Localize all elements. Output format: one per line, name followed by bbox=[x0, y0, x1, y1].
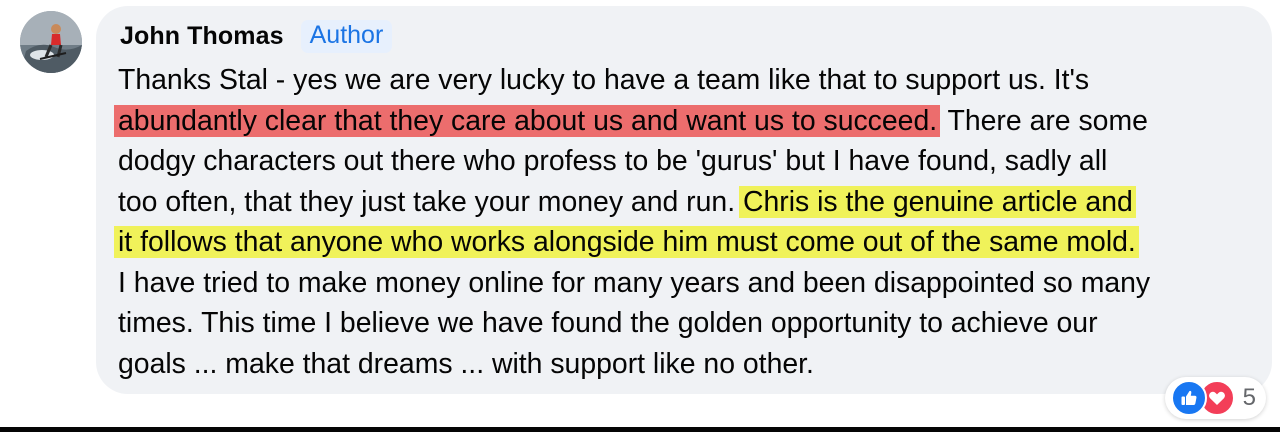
reactions-summary[interactable]: 5 bbox=[1164, 377, 1266, 419]
comment-line: Thanks Stal - yes we are very lucky to h… bbox=[118, 64, 1090, 96]
author-badge: Author bbox=[300, 20, 393, 53]
highlight-yellow: it follows that anyone who works alongsi… bbox=[114, 226, 1139, 258]
like-icon bbox=[1170, 380, 1207, 416]
comment-line: I have tried to make money online for ma… bbox=[118, 266, 1151, 299]
comment-line: too often, that they just take your mone… bbox=[118, 182, 1254, 223]
comment-fragment: There are some bbox=[940, 104, 1148, 137]
highlight-yellow: Chris is the genuine article and bbox=[738, 185, 1136, 218]
highlight-red: abundantly clear that they care about us… bbox=[114, 104, 941, 137]
avatar-photo-icon bbox=[20, 11, 82, 73]
comment-text: Thanks Stal - yes we are very lucky to h… bbox=[114, 60, 1254, 384]
comment-bubble: John Thomas Author Thanks Stal - yes we … bbox=[96, 6, 1272, 394]
comment-row: John Thomas Author Thanks Stal - yes we … bbox=[0, 0, 1280, 432]
divider bbox=[0, 427, 1280, 432]
comment-line: abundantly clear that they care about us… bbox=[114, 101, 1254, 142]
comment-line: times. This time I believe we have found… bbox=[118, 307, 1098, 339]
avatar[interactable] bbox=[20, 11, 82, 73]
comment-header: John Thomas Author bbox=[120, 20, 393, 53]
reaction-count: 5 bbox=[1242, 384, 1256, 411]
comment-line: goals ... make that dreams ... with supp… bbox=[118, 347, 814, 380]
author-name[interactable]: John Thomas bbox=[120, 22, 284, 51]
comment-line: dodgy characters out there who profess t… bbox=[118, 145, 1108, 177]
comment-fragment: too often, that they just take your mone… bbox=[118, 185, 743, 218]
comment-line: it follows that anyone who works alongsi… bbox=[114, 222, 1254, 263]
